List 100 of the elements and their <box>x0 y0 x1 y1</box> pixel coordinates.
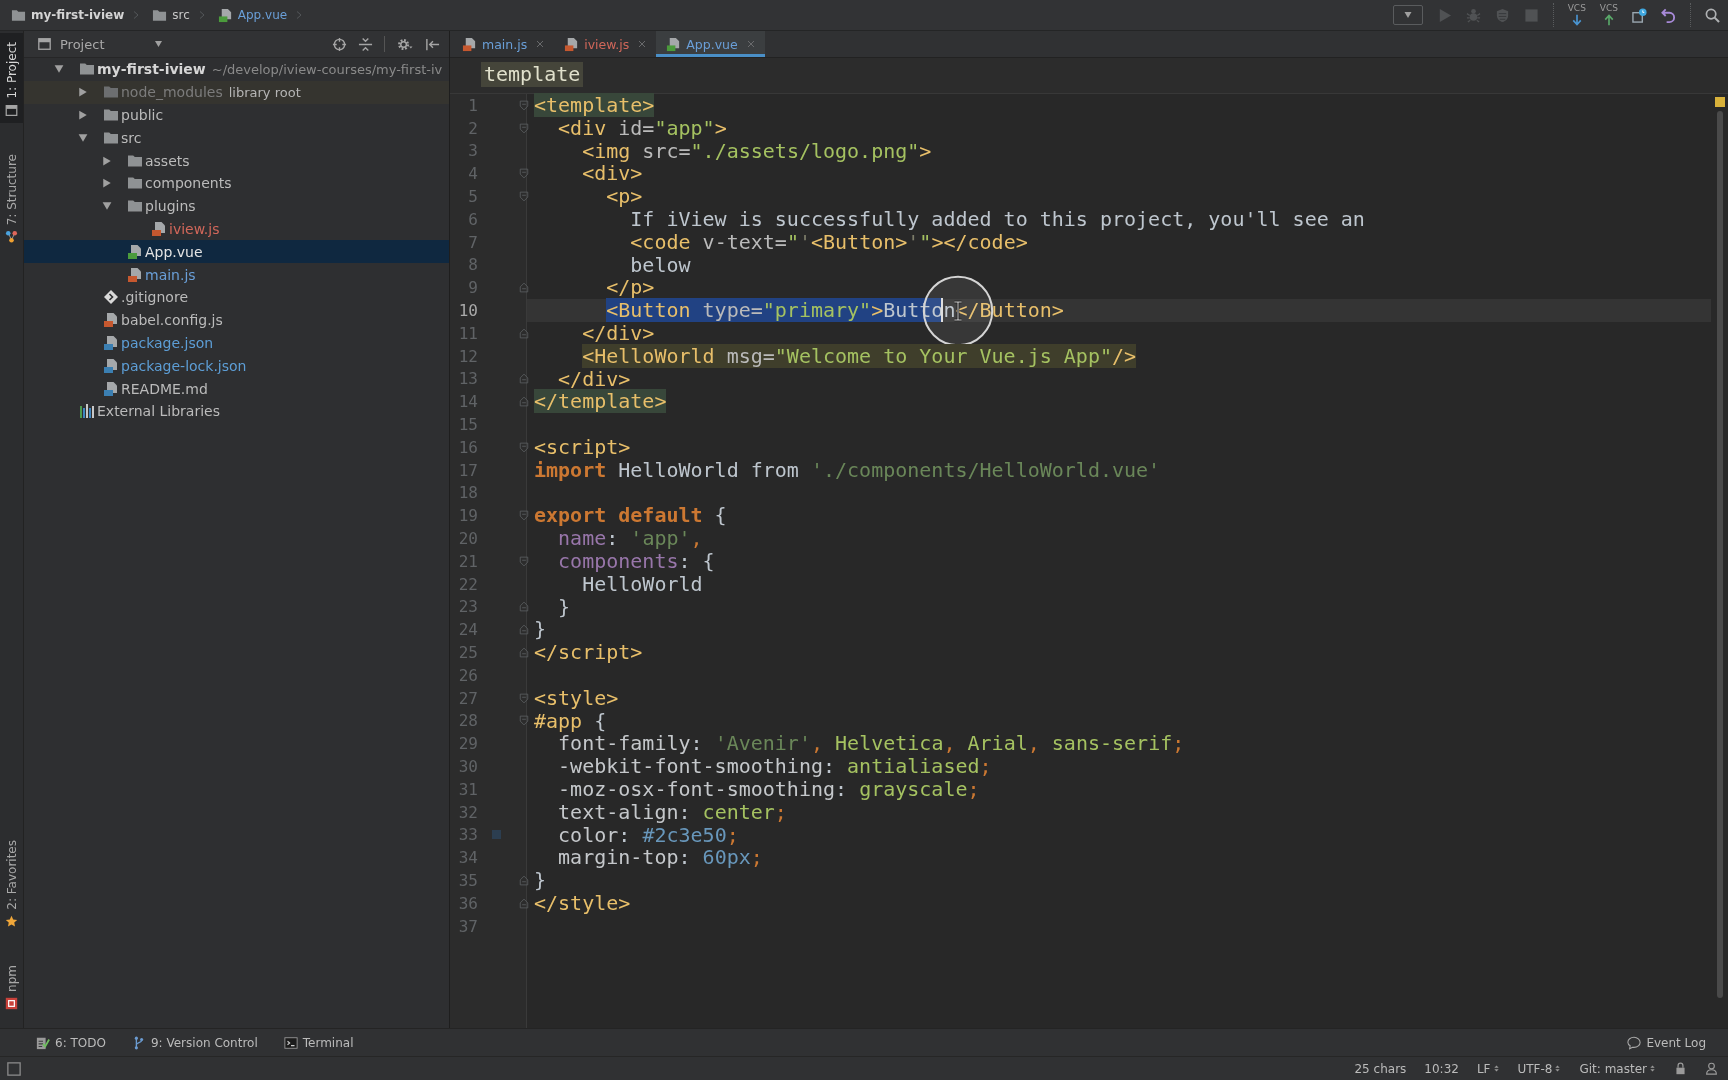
vcs-button[interactable]: VCS <box>1567 4 1586 26</box>
triangle-down-icon[interactable] <box>102 201 112 212</box>
vcs-button[interactable]: VCS <box>1599 4 1618 26</box>
tool-window-button[interactable]: npm <box>0 956 23 1016</box>
line-number: 22 <box>457 574 478 594</box>
fold-marker-icon[interactable] <box>519 441 529 453</box>
fold-marker-icon[interactable] <box>519 168 529 180</box>
close-icon[interactable] <box>746 40 755 48</box>
clock-icon[interactable] <box>1632 7 1647 23</box>
fold-marker-icon[interactable] <box>519 692 529 704</box>
line-number: 1 <box>467 95 478 115</box>
tree-item[interactable]: App.vue <box>24 240 449 264</box>
view-switcher[interactable]: Project <box>60 36 164 52</box>
bar-arrow-icon[interactable] <box>425 36 440 52</box>
fold-marker-icon[interactable] <box>519 122 529 134</box>
gear-icon[interactable] <box>396 36 414 52</box>
code-line: name: 'app', <box>558 527 703 550</box>
tree-item[interactable]: my-first-iview ~/develop/iview-courses/my-first-iv <box>24 58 449 81</box>
fold-marker-icon[interactable] <box>519 875 529 886</box>
close-icon[interactable] <box>638 40 647 48</box>
tree-item[interactable]: README.md <box>24 377 449 400</box>
crosshair-icon[interactable] <box>332 36 347 52</box>
folder-icon <box>152 7 168 23</box>
triangle-down-icon[interactable] <box>78 132 88 143</box>
fold-marker-icon[interactable] <box>519 555 529 567</box>
breadcrumb-item[interactable]: src <box>172 8 190 22</box>
breadcrumb-item[interactable]: App.vue <box>237 8 288 22</box>
file-icon <box>103 357 119 374</box>
tool-window-button[interactable]: Event Log <box>1627 1035 1706 1050</box>
fold-marker-icon[interactable] <box>519 601 529 613</box>
tree-item[interactable]: .gitignore <box>24 285 449 309</box>
fold-marker-icon[interactable] <box>519 624 529 636</box>
search-icon[interactable] <box>1705 7 1720 23</box>
tool-window-button[interactable]: 9: Version Control <box>131 1035 258 1050</box>
tree-item[interactable]: babel.config.js <box>24 308 449 332</box>
square-icon[interactable] <box>7 1061 21 1076</box>
triangle-right-icon[interactable] <box>102 155 112 166</box>
fold-marker-icon[interactable] <box>519 191 529 203</box>
run-config-dropdown[interactable] <box>1392 5 1423 25</box>
lock-icon[interactable] <box>1674 1062 1687 1075</box>
file-icon <box>666 36 682 52</box>
tool-window-button[interactable]: 6: TODO <box>36 1035 106 1050</box>
code-line: <p> <box>606 185 643 208</box>
tool-window-button[interactable]: Terminal <box>283 1035 354 1050</box>
fold-marker-icon[interactable] <box>519 715 529 727</box>
fold-marker-icon[interactable] <box>519 327 529 339</box>
breadcrumb-item[interactable]: my-first-iview <box>31 8 125 22</box>
status-dropdown[interactable]: LF <box>1476 1061 1500 1076</box>
folder-icon <box>127 198 143 215</box>
collapse-icon[interactable] <box>358 36 373 52</box>
close-icon[interactable] <box>536 40 545 48</box>
file-icon <box>127 266 143 283</box>
line-number: 19 <box>457 506 478 526</box>
line-number: 25 <box>457 643 478 662</box>
tree-item[interactable]: src <box>24 126 449 150</box>
checklist-icon <box>36 1035 50 1050</box>
triangle-down-icon[interactable] <box>54 64 64 75</box>
breadcrumb-tag[interactable]: template <box>481 62 584 87</box>
code-line: font-family: 'Avenir', Helvetica, Arial, sans-serif; <box>558 732 1185 756</box>
code-line: <style> <box>534 686 619 710</box>
updown-arrows-icon <box>1649 1064 1656 1073</box>
status-dropdown[interactable]: UTF-8 <box>1517 1061 1562 1076</box>
person-icon[interactable] <box>1705 1062 1718 1075</box>
tree-item[interactable]: main.js <box>24 263 449 286</box>
tree-item[interactable]: package.json <box>24 331 449 355</box>
editor-tab[interactable]: App.vue <box>656 31 765 57</box>
editor-tab[interactable]: main.js <box>452 31 555 57</box>
tool-window-button[interactable]: 7: Structure <box>0 144 23 249</box>
fold-marker-icon[interactable] <box>519 647 529 658</box>
tree-item[interactable]: iview.js <box>24 217 449 241</box>
line-number: 2 <box>467 118 478 138</box>
triangle-right-icon[interactable] <box>78 110 88 120</box>
tree-item[interactable]: External Libraries <box>24 399 449 423</box>
scrollbar[interactable] <box>1716 111 1723 998</box>
chevron-right-icon <box>295 11 304 19</box>
tree-item[interactable]: plugins <box>24 194 449 218</box>
tree-item[interactable]: node_modules library root <box>24 80 449 104</box>
tree-item-note: library root <box>228 84 301 100</box>
updown-arrows-icon <box>1554 1064 1562 1073</box>
fold-marker-icon[interactable] <box>519 396 529 408</box>
fold-marker-icon[interactable] <box>519 510 529 522</box>
fold-marker-icon[interactable] <box>519 373 529 385</box>
warning-indicator-icon[interactable] <box>1714 97 1725 107</box>
tool-window-button[interactable]: 1: Project <box>0 33 23 123</box>
triangle-right-icon[interactable] <box>78 87 88 98</box>
tree-item[interactable]: components <box>24 172 449 195</box>
file-icon <box>127 243 143 260</box>
fold-marker-icon[interactable] <box>519 99 529 111</box>
status-dropdown[interactable]: Git: master <box>1579 1061 1656 1076</box>
undo-icon[interactable] <box>1661 7 1676 23</box>
tree-item[interactable]: public <box>24 103 449 127</box>
tree-item[interactable]: package-lock.json <box>24 354 449 378</box>
fold-marker-icon[interactable] <box>519 897 529 909</box>
tool-window-button[interactable]: 2: Favorites <box>0 831 23 935</box>
code-line: } <box>558 595 571 619</box>
tree-item[interactable]: assets <box>24 149 449 172</box>
fold-marker-icon[interactable] <box>519 282 529 294</box>
editor-tab[interactable]: iview.js <box>554 31 657 57</box>
code-line: } <box>534 869 547 892</box>
triangle-right-icon[interactable] <box>102 178 112 189</box>
